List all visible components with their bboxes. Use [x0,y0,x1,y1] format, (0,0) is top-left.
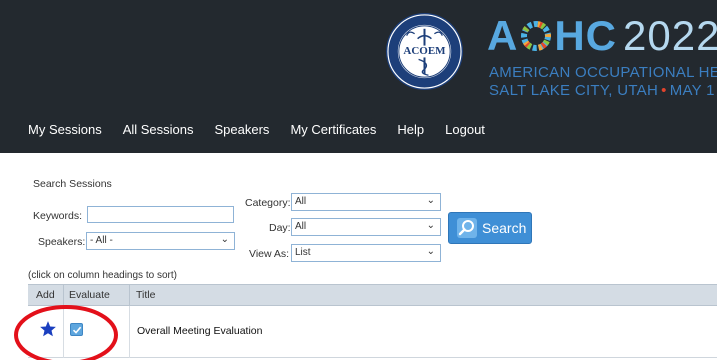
search-button-label: Search [482,220,527,236]
brand-dot: • [661,82,667,99]
brand-subtitle: AMERICAN OCCUPATIONAL HEA [489,64,717,81]
viewas-select[interactable]: List ⌄ [291,244,441,262]
chevron-down-icon: ⌄ [426,246,435,257]
nav-help[interactable]: Help [397,118,424,142]
day-select[interactable]: All ⌄ [291,218,441,236]
color-ring-icon [521,21,552,51]
nav-my-sessions[interactable]: My Sessions [28,118,102,142]
checkmark-icon [72,326,82,334]
category-select-value: All [295,196,307,207]
logo-text: ACOEM [403,45,446,57]
day-label: Day: [269,222,291,234]
brand-year: 2022 [623,14,717,59]
category-select[interactable]: All ⌄ [291,193,441,211]
viewas-label: View As: [249,248,290,260]
magnifier-icon [457,218,477,238]
speakers-label: Speakers: [38,236,86,248]
evaluate-checkbox[interactable] [70,323,83,336]
column-add[interactable]: Add [36,285,55,305]
speakers-select[interactable]: - All - ⌄ [86,232,235,250]
brand-prefix: A [487,14,519,59]
nav-all-sessions[interactable]: All Sessions [123,118,194,142]
table-header: Add Evaluate Title [28,284,717,306]
table-row: Overall Meeting Evaluation [28,306,717,358]
main-nav: My Sessions All Sessions Speakers My Cer… [0,118,485,142]
column-evaluate[interactable]: Evaluate [69,285,110,305]
logo-text-wrap: ACOEM [385,12,464,91]
nav-speakers[interactable]: Speakers [215,118,270,142]
nav-logout[interactable]: Logout [445,118,485,142]
sort-hint: (click on column headings to sort) [28,270,177,281]
nav-my-certificates[interactable]: My Certificates [290,118,376,142]
column-divider [129,285,130,305]
keywords-input[interactable] [87,206,234,223]
search-button[interactable]: Search [448,212,532,244]
chevron-down-icon: ⌄ [426,195,435,206]
brand-location: SALT LAKE CITY, UTAH•MAY 1 – [489,82,717,99]
star-icon[interactable] [39,320,57,338]
brand-title: A HC 2022 [487,14,717,58]
search-heading: Search Sessions [33,178,112,190]
keywords-label: Keywords: [33,210,83,222]
column-title[interactable]: Title [136,285,155,305]
site-header: ACOEM A HC 2022 AMERICAN OCCUPATIONAL HEA… [0,0,717,153]
conference-brand: A HC 2022 AMERICAN OCCUPATIONAL HEA SALT … [487,14,717,104]
brand-date: MAY 1 – [669,82,717,99]
column-divider [63,306,64,358]
column-divider [129,306,130,358]
brand-city: SALT LAKE CITY, UTAH [489,82,659,99]
category-label: Category: [245,197,291,209]
chevron-down-icon: ⌄ [426,220,435,231]
chevron-down-icon: ⌄ [220,234,229,245]
brand-suffix: HC [554,14,618,59]
speakers-select-value: - All - [90,235,113,246]
column-divider [63,285,64,305]
day-select-value: All [295,221,307,232]
viewas-select-value: List [295,247,311,258]
session-title-link[interactable]: Overall Meeting Evaluation [137,325,262,337]
